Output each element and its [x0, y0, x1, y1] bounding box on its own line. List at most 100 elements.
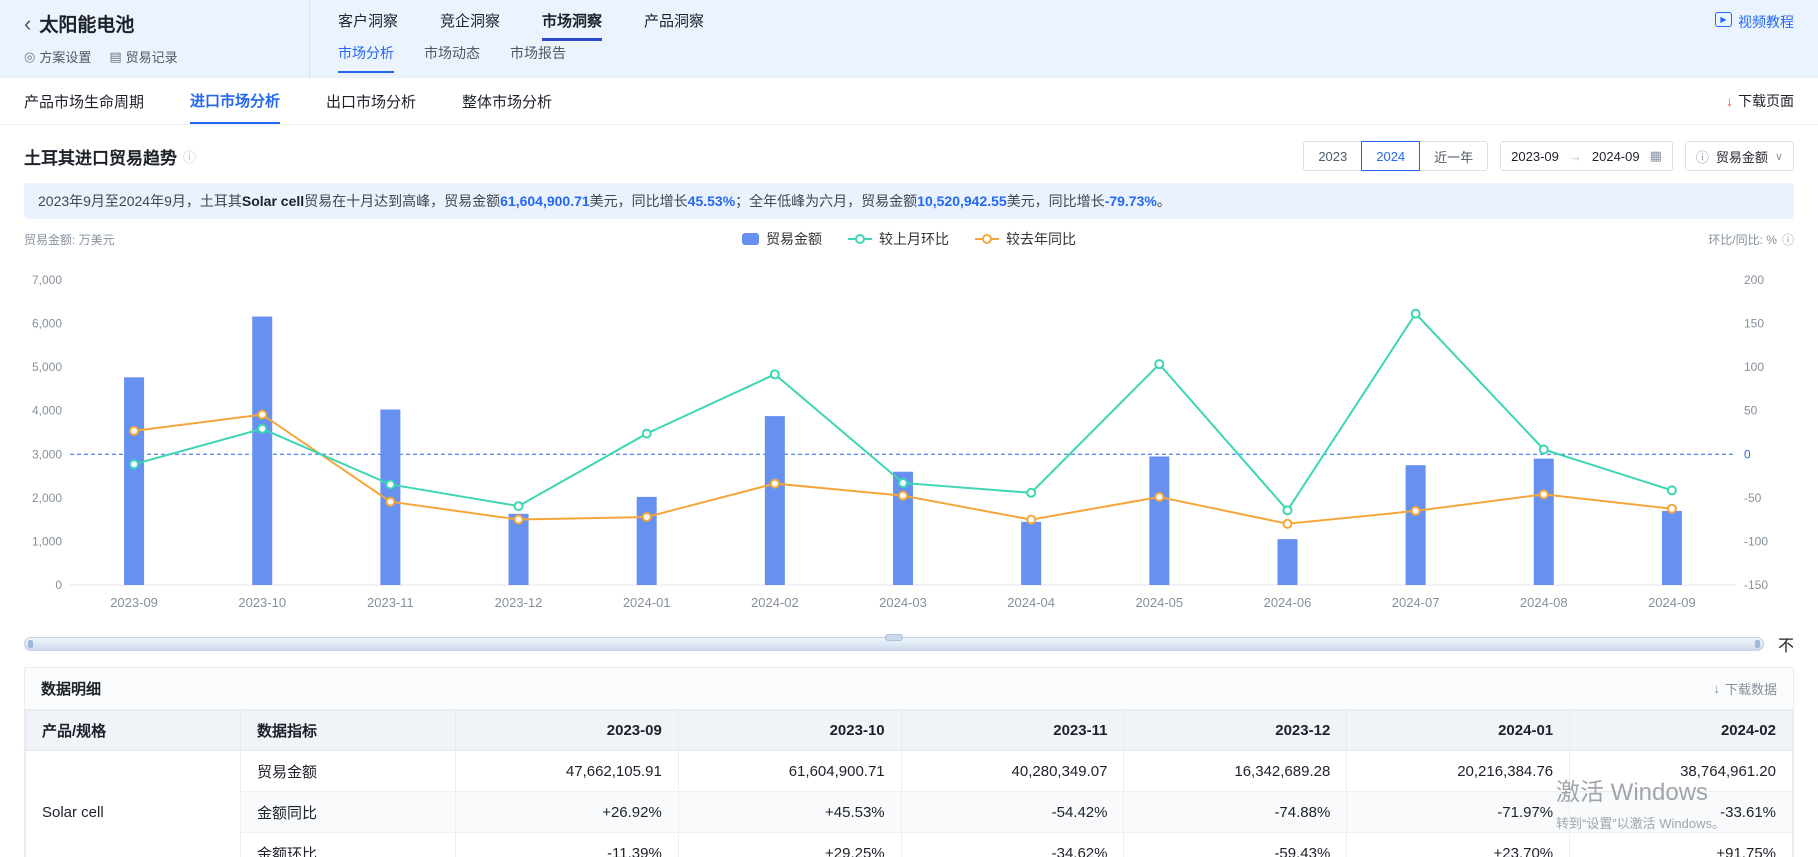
nav-export-analysis[interactable]: 出口市场分析	[326, 78, 416, 124]
y-left-tick: 3,000	[32, 447, 62, 461]
value-cell: 16,342,689.28	[1124, 751, 1347, 792]
subtab-market-dynamics[interactable]: 市场动态	[424, 43, 480, 73]
bar-2024-01[interactable]	[637, 497, 657, 585]
mom-point-2024-08[interactable]	[1540, 445, 1548, 453]
tab-product-insight[interactable]: 产品洞察	[644, 10, 704, 41]
bar-2024-07[interactable]	[1406, 465, 1426, 585]
yoy-point-2024-08[interactable]	[1540, 490, 1548, 498]
bar-2024-03[interactable]	[893, 472, 913, 585]
yoy-point-2024-05[interactable]	[1155, 493, 1163, 501]
summary-segment: 10,520,942.55	[917, 193, 1007, 209]
bar-2024-05[interactable]	[1149, 456, 1169, 585]
bar-2024-04[interactable]	[1021, 522, 1041, 585]
summary-text: 2023年9月至2024年9月，土耳其Solar cell贸易在十月达到高峰，贸…	[38, 193, 1171, 209]
x-tick: 2023-12	[495, 595, 543, 610]
year-2024-button[interactable]: 2024	[1361, 141, 1420, 171]
bar-2024-02[interactable]	[765, 416, 785, 585]
mom-point-2024-04[interactable]	[1027, 489, 1035, 497]
chart-canvas[interactable]: 01,0002,0003,0004,0005,0006,0007,000-150…	[24, 255, 1794, 627]
download-data-button[interactable]: ↓ 下载数据	[1713, 679, 1777, 698]
settings-icon: ◎	[24, 49, 35, 65]
x-tick: 2023-09	[110, 595, 158, 610]
tab-competitor-insight[interactable]: 竞企洞察	[440, 10, 500, 41]
arrow-right-icon: →	[1569, 149, 1582, 164]
mom-point-2023-12[interactable]	[515, 502, 523, 510]
y-right-tick: -50	[1744, 491, 1762, 505]
tab-customer-insight[interactable]: 客户洞察	[338, 10, 398, 41]
summary-segment: ；全年低峰为六月，贸易金额	[735, 193, 917, 209]
value-cell: 47,662,105.91	[456, 751, 679, 792]
value-cell: +45.53%	[678, 792, 901, 833]
mom-point-2024-05[interactable]	[1155, 360, 1163, 368]
trade-records-label: 贸易记录	[126, 47, 178, 66]
yoy-point-2024-01[interactable]	[643, 513, 651, 521]
x-tick: 2023-10	[238, 595, 286, 610]
play-icon: ▶	[1715, 12, 1732, 27]
legend-trade-amount-label: 贸易金额	[766, 229, 822, 249]
date-to: 2024-09	[1592, 149, 1640, 164]
calendar-icon: ▦	[1650, 148, 1662, 164]
yoy-point-2023-12[interactable]	[515, 516, 523, 524]
mom-point-2023-10[interactable]	[258, 425, 266, 433]
chart-title: 土耳其进口贸易趋势	[24, 144, 177, 169]
trend-section: 土耳其进口贸易趋势 ⓘ 2023 2024 近一年 2023-09 → 2024…	[0, 125, 1818, 653]
data-detail-section: 数据明细 ↓ 下载数据 产品/规格数据指标2023-092023-102023-…	[24, 667, 1794, 857]
y-right-tick: 150	[1744, 317, 1764, 331]
back-icon[interactable]: ‹	[24, 13, 31, 35]
yoy-point-2024-04[interactable]	[1027, 516, 1035, 524]
bar-2024-06[interactable]	[1277, 539, 1297, 585]
subtab-market-report[interactable]: 市场报告	[510, 43, 566, 73]
legend-mom-label: 较上月环比	[879, 229, 949, 249]
zoom-slider[interactable]	[24, 637, 1764, 651]
trade-records-button[interactable]: ▤ 贸易记录	[109, 47, 177, 66]
download-page-button[interactable]: ↓ 下载页面	[1726, 78, 1794, 124]
mom-point-2024-03[interactable]	[899, 479, 907, 487]
chart-title-info-icon[interactable]: ⓘ	[183, 147, 196, 166]
metric-select[interactable]: ⓘ 贸易金额 ∨	[1685, 141, 1794, 171]
bar-2024-08[interactable]	[1534, 459, 1554, 585]
mom-point-2024-06[interactable]	[1283, 506, 1291, 514]
zoom-slider-handle[interactable]	[885, 634, 903, 641]
mom-point-2023-11[interactable]	[386, 480, 394, 488]
yoy-point-2024-06[interactable]	[1283, 520, 1291, 528]
value-cell: 40,280,349.07	[901, 751, 1124, 792]
mom-point-2023-09[interactable]	[130, 460, 138, 468]
legend-mom[interactable]: 较上月环比	[848, 229, 949, 249]
year-2023-button[interactable]: 2023	[1303, 141, 1362, 171]
legend-yoy[interactable]: 较去年同比	[975, 229, 1076, 249]
yoy-point-2023-11[interactable]	[386, 498, 394, 506]
bar-2024-09[interactable]	[1662, 511, 1682, 585]
value-cell: 38,764,961.20	[1570, 751, 1793, 792]
recent-year-button[interactable]: 近一年	[1419, 141, 1488, 171]
mom-point-2024-01[interactable]	[643, 430, 651, 438]
bar-2023-09[interactable]	[124, 377, 144, 585]
tab-market-insight[interactable]: 市场洞察	[542, 10, 602, 41]
yoy-point-2024-09[interactable]	[1668, 505, 1676, 513]
topbar: ‹ 太阳能电池 ◎ 方案设置 ▤ 贸易记录 客户洞察 竞企洞察 市场洞察 产品洞…	[0, 0, 1818, 78]
nav-import-analysis[interactable]: 进口市场分析	[190, 78, 280, 124]
yoy-point-2024-02[interactable]	[771, 480, 779, 488]
chart-zoombar: 不	[24, 635, 1794, 653]
value-cell: +26.92%	[456, 792, 679, 833]
nav-product-lifecycle[interactable]: 产品市场生命周期	[24, 78, 144, 124]
video-tutorial-button[interactable]: ▶ 视频教程	[1715, 0, 1794, 78]
date-range-picker[interactable]: 2023-09 → 2024-09 ▦	[1500, 141, 1673, 171]
table-row: 金额同比+26.92%+45.53%-54.42%-74.88%-71.97%-…	[26, 792, 1793, 833]
right-axis-info-icon[interactable]: ⓘ	[1782, 231, 1794, 248]
yoy-point-2024-07[interactable]	[1412, 507, 1420, 515]
nav-overall-analysis[interactable]: 整体市场分析	[462, 78, 552, 124]
summary-banner: 2023年9月至2024年9月，土耳其Solar cell贸易在十月达到高峰，贸…	[24, 183, 1794, 219]
bar-2023-10[interactable]	[252, 317, 272, 585]
clipped-text: 不	[1778, 632, 1794, 656]
yoy-point-2023-09[interactable]	[130, 427, 138, 435]
scheme-settings-button[interactable]: ◎ 方案设置	[24, 47, 91, 66]
yoy-point-2023-10[interactable]	[258, 411, 266, 419]
yoy-point-2024-03[interactable]	[899, 492, 907, 500]
legend-trade-amount[interactable]: 贸易金额	[742, 229, 822, 249]
topbar-left: ‹ 太阳能电池 ◎ 方案设置 ▤ 贸易记录	[24, 0, 309, 78]
mom-point-2024-02[interactable]	[771, 370, 779, 378]
subtab-market-analysis[interactable]: 市场分析	[338, 43, 394, 73]
mom-point-2024-07[interactable]	[1412, 310, 1420, 318]
x-tick: 2024-08	[1520, 595, 1568, 610]
mom-point-2024-09[interactable]	[1668, 486, 1676, 494]
